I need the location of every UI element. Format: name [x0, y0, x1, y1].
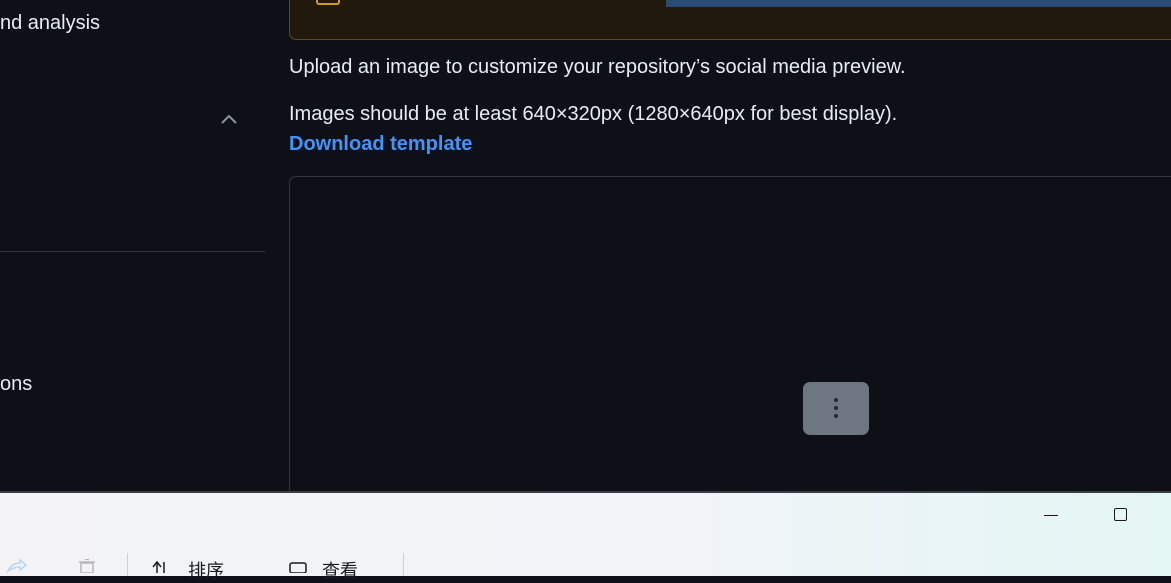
- toolbar-separator: [127, 553, 128, 576]
- minimize-icon: [1044, 515, 1058, 516]
- kebab-dot: [834, 398, 838, 402]
- image-preview-dropzone[interactable]: [289, 176, 1171, 508]
- view-button[interactable]: 查看: [322, 557, 358, 583]
- toolbar-separator: [403, 553, 404, 576]
- sort-button[interactable]: 排序: [188, 557, 224, 583]
- sidebar-item-actions[interactable]: ons: [0, 373, 32, 396]
- download-template-link[interactable]: Download template: [289, 133, 472, 156]
- kebab-dot: [834, 406, 838, 410]
- size-requirements: Images should be at least 640×320px (128…: [289, 103, 898, 125]
- minimize-button[interactable]: [1033, 503, 1069, 529]
- maximize-button[interactable]: [1103, 503, 1139, 529]
- upload-description: Upload an image to customize your reposi…: [289, 56, 906, 78]
- warning-icon: [316, 0, 340, 5]
- more-options-button[interactable]: [803, 382, 869, 435]
- view-icon[interactable]: [288, 559, 310, 573]
- share-icon[interactable]: [6, 559, 28, 573]
- file-explorer-window: 排序 查看: [0, 491, 1171, 581]
- chevron-up-icon[interactable]: [219, 110, 239, 130]
- delete-icon[interactable]: [76, 559, 98, 573]
- highlighted-text: [666, 0, 1171, 7]
- sort-icon[interactable]: [150, 559, 172, 573]
- social-preview-section: Upload an image to customize your reposi…: [289, 0, 1171, 508]
- kebab-dot: [834, 414, 838, 418]
- settings-sidebar: nd analysis ons: [0, 0, 265, 492]
- warning-banner: [289, 0, 1171, 40]
- sidebar-item-code-analysis[interactable]: nd analysis: [0, 12, 100, 35]
- sidebar-divider: [0, 251, 265, 252]
- maximize-icon: [1114, 508, 1127, 521]
